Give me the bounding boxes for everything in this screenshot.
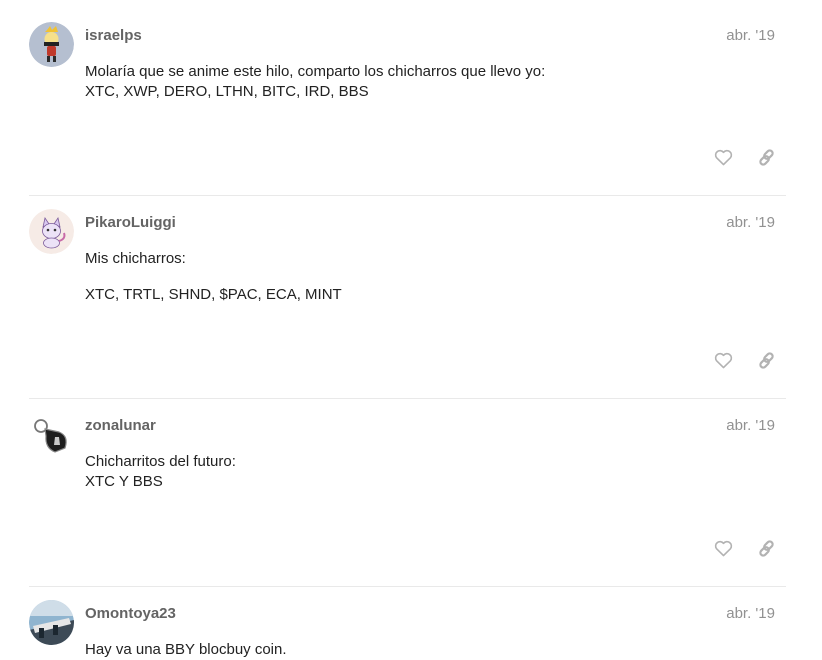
post-divider: [29, 586, 786, 587]
avatar[interactable]: [29, 600, 74, 645]
post-paragraph: Mis chicharros:: [85, 249, 342, 269]
avatar[interactable]: [29, 22, 74, 67]
post-text: Mis chicharros:: [85, 250, 186, 267]
post-text: Hay va una BBY blocbuy coin.: [85, 641, 287, 658]
post-divider: [29, 195, 786, 196]
post-actions: [712, 349, 777, 371]
heart-icon: [714, 149, 732, 165]
heart-icon: [714, 352, 732, 368]
avatar[interactable]: [29, 412, 74, 457]
username[interactable]: zonalunar: [85, 417, 156, 434]
avatar[interactable]: [29, 209, 74, 254]
username[interactable]: israelps: [85, 27, 142, 44]
cat-icon: [29, 209, 74, 254]
like-button[interactable]: [712, 537, 734, 559]
link-icon: [758, 351, 774, 369]
post-actions: [712, 537, 777, 559]
share-link-button[interactable]: [755, 349, 777, 371]
post-paragraph: Hay va una BBY blocbuy coin.: [85, 640, 287, 660]
post-text: Chicharritos del futuro:: [85, 453, 236, 470]
post-body: Hay va una BBY blocbuy coin.: [85, 640, 287, 660]
post-body: Mis chicharros: XTC, TRTL, SHND, $PAC, E…: [85, 249, 342, 305]
post-text: Molaría que se anime este hilo, comparto…: [85, 63, 546, 80]
like-button[interactable]: [712, 146, 734, 168]
share-link-button[interactable]: [755, 146, 777, 168]
post-text: XTC, TRTL, SHND, $PAC, ECA, MINT: [85, 286, 342, 303]
photo-icon: [29, 600, 74, 645]
keychain-icon: [29, 412, 74, 457]
post-paragraph: Chicharritos del futuro: XTC Y BBS: [85, 452, 236, 492]
post-date[interactable]: abr. '19: [726, 214, 775, 231]
share-link-button[interactable]: [755, 537, 777, 559]
like-button[interactable]: [712, 349, 734, 371]
cartoon-character-icon: [29, 22, 74, 67]
link-icon: [758, 539, 774, 557]
username[interactable]: PikaroLuiggi: [85, 214, 176, 231]
link-icon: [758, 148, 774, 166]
post-date[interactable]: abr. '19: [726, 417, 775, 434]
username[interactable]: Omontoya23: [85, 605, 176, 622]
post-date[interactable]: abr. '19: [726, 27, 775, 44]
post-text: XTC, XWP, DERO, LTHN, BITC, IRD, BBS: [85, 83, 369, 100]
post-paragraph: Molaría que se anime este hilo, comparto…: [85, 62, 545, 102]
post-date[interactable]: abr. '19: [726, 605, 775, 622]
post-body: Molaría que se anime este hilo, comparto…: [85, 62, 545, 102]
post-divider: [29, 398, 786, 399]
post-actions: [712, 146, 777, 168]
heart-icon: [714, 540, 732, 556]
post-text: XTC Y BBS: [85, 473, 163, 490]
post-paragraph: XTC, TRTL, SHND, $PAC, ECA, MINT: [85, 285, 342, 305]
post-body: Chicharritos del futuro: XTC Y BBS: [85, 452, 236, 492]
